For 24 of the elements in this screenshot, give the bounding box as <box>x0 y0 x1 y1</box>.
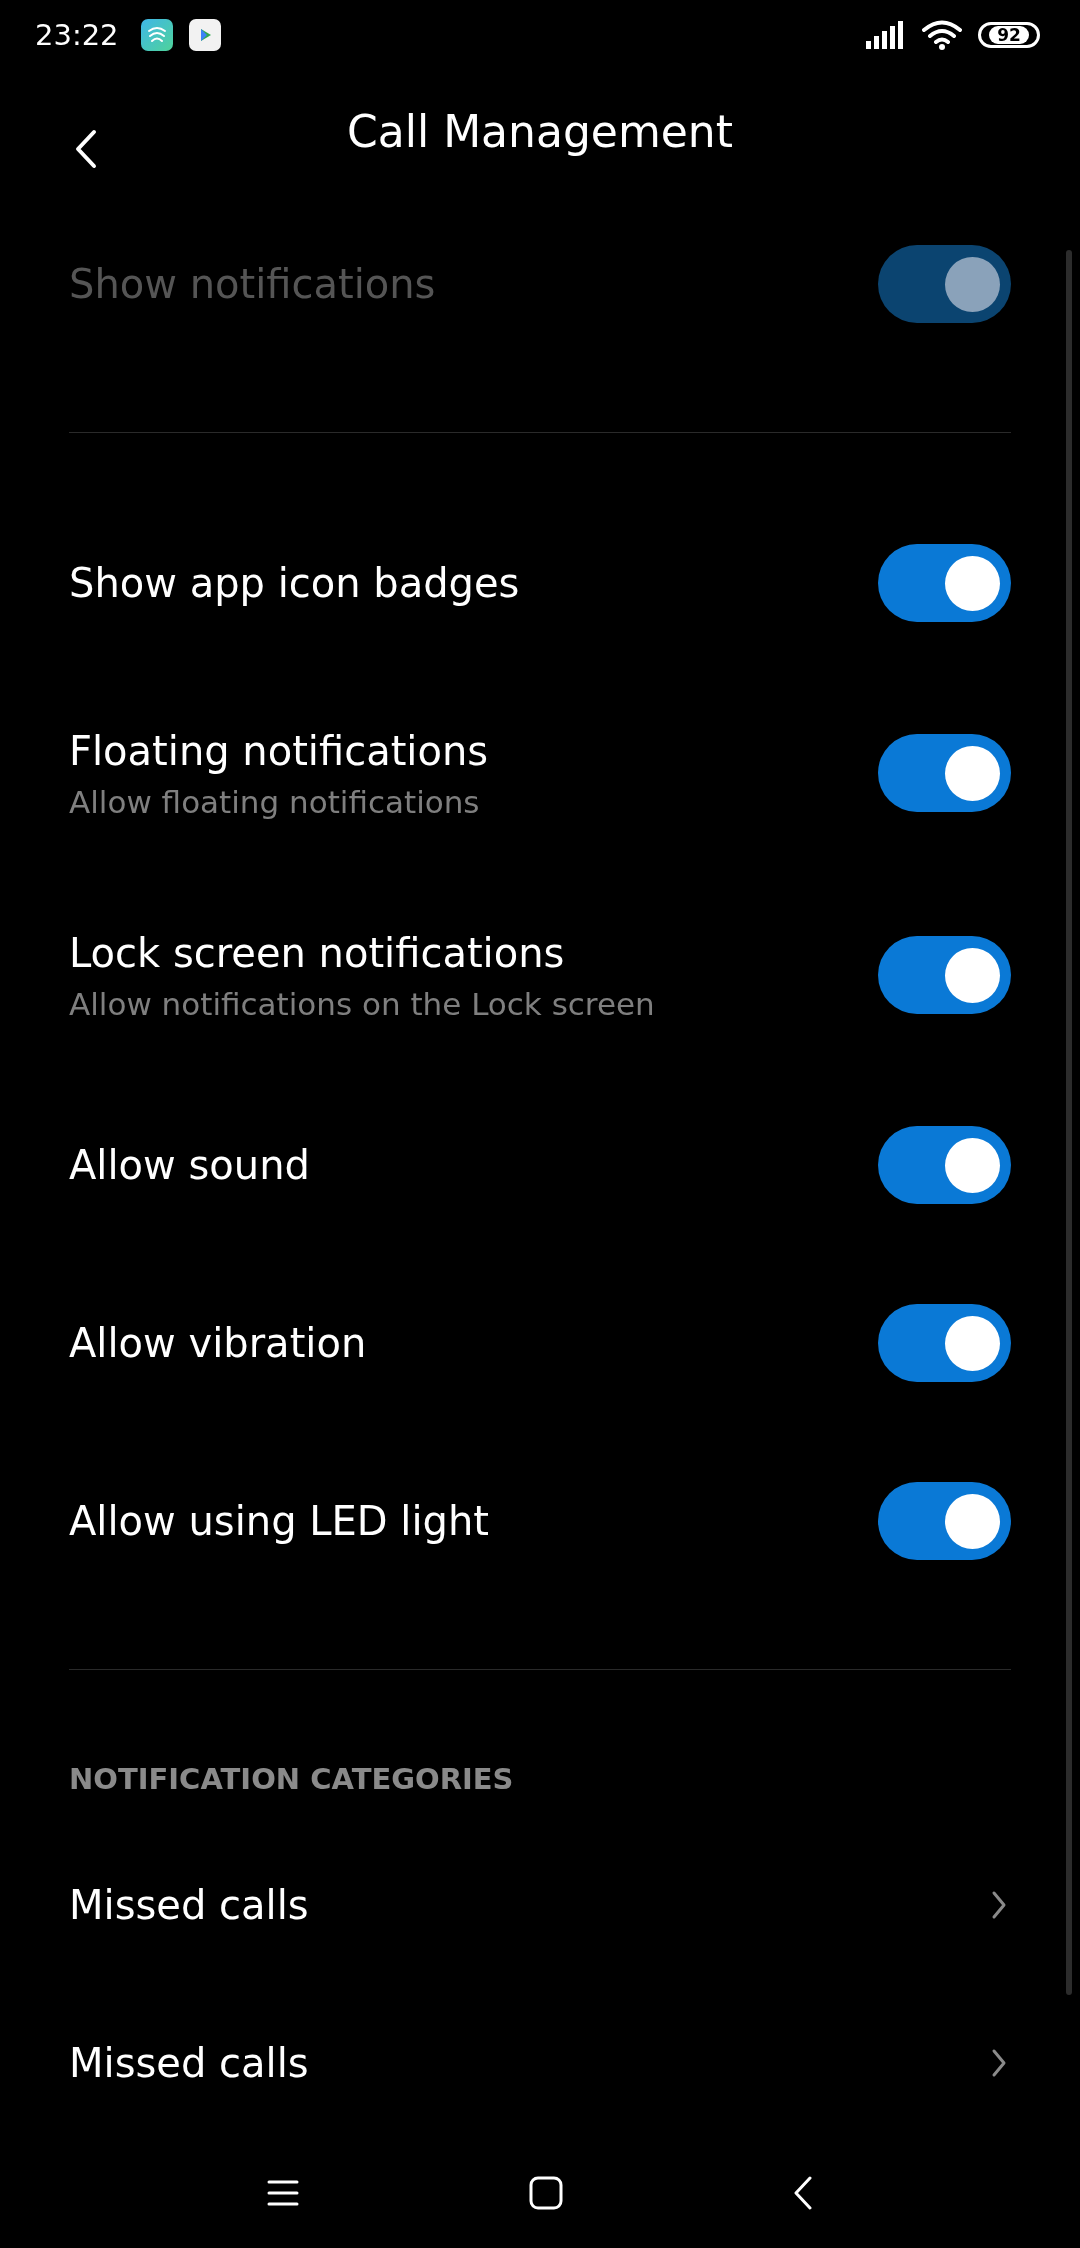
chevron-right-icon[interactable] <box>991 1890 1007 1921</box>
setting-label: Missed calls <box>69 2039 309 2089</box>
setting-label: Show notifications <box>69 260 436 310</box>
chevron-right-icon[interactable] <box>991 2048 1007 2079</box>
setting-label: Floating notifications <box>69 727 489 777</box>
swirl-app-icon <box>140 19 173 52</box>
battery-icon: 92 <box>978 22 1040 49</box>
setting-label: Allow sound <box>69 1141 310 1191</box>
wifi-icon <box>922 19 962 52</box>
home-icon[interactable] <box>529 2176 563 2211</box>
signal-icon <box>866 21 906 50</box>
menu-icon[interactable] <box>267 2179 299 2208</box>
setting-description: Allow floating notifications <box>69 783 481 823</box>
setting-label: Missed calls <box>69 1881 309 1931</box>
setting-label: Allow vibration <box>69 1319 367 1369</box>
section-header: NOTIFICATION CATEGORIES <box>69 1762 515 1797</box>
setting-label: Lock screen notifications <box>69 929 566 979</box>
setting-label: Allow using LED light <box>69 1497 489 1547</box>
status-time: 23:22 <box>35 18 119 53</box>
page-title: Call Management <box>347 105 733 157</box>
setting-label: Show app icon badges <box>69 559 520 609</box>
back-icon[interactable] <box>74 128 98 169</box>
back-icon[interactable] <box>793 2176 813 2211</box>
setting-description: Allow notifications on the Lock screen <box>69 985 655 1025</box>
